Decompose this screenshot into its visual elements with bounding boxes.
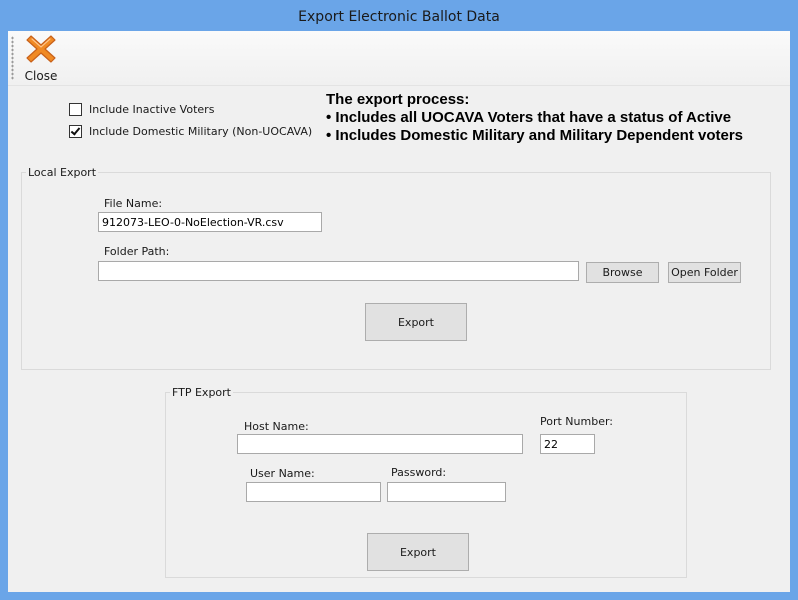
info-bullet-military: • Includes Domestic Military and Militar… bbox=[326, 127, 744, 144]
close-button[interactable]: Close bbox=[20, 33, 62, 83]
export-window: Export Electronic Ballot Data Close Incl… bbox=[0, 0, 798, 600]
toolbar: Close bbox=[8, 31, 790, 86]
host-name-input[interactable] bbox=[237, 434, 523, 454]
include-inactive-checkbox[interactable]: Include Inactive Voters bbox=[69, 103, 214, 116]
browse-button[interactable]: Browse bbox=[586, 262, 659, 283]
include-domestic-military-checkbox[interactable]: Include Domestic Military (Non-UOCAVA) bbox=[69, 125, 312, 138]
close-x-icon bbox=[26, 35, 56, 63]
ftp-export-legend: FTP Export bbox=[172, 386, 231, 399]
title-bar[interactable]: Export Electronic Ballot Data bbox=[0, 0, 798, 31]
local-export-button[interactable]: Export bbox=[365, 303, 467, 341]
ftp-export-button[interactable]: Export bbox=[367, 533, 469, 571]
port-number-label: Port Number: bbox=[540, 415, 614, 428]
host-name-label: Host Name: bbox=[244, 420, 309, 433]
file-name-input[interactable] bbox=[98, 212, 322, 232]
info-heading: The export process: bbox=[326, 91, 470, 108]
include-inactive-label: Include Inactive Voters bbox=[89, 103, 215, 116]
local-export-legend: Local Export bbox=[28, 166, 97, 179]
export-process-info: The export process: • Includes all UOCAV… bbox=[326, 91, 743, 145]
user-name-input[interactable] bbox=[246, 482, 381, 502]
password-input[interactable] bbox=[387, 482, 506, 502]
folder-path-input[interactable] bbox=[98, 261, 579, 281]
include-domestic-military-box[interactable] bbox=[69, 125, 82, 138]
info-bullet-active: • Includes all UOCAVA Voters that have a… bbox=[326, 109, 732, 126]
file-name-label: File Name: bbox=[104, 197, 163, 210]
folder-path-label: Folder Path: bbox=[104, 245, 170, 258]
close-label: Close bbox=[24, 69, 58, 83]
include-inactive-box[interactable] bbox=[69, 103, 82, 116]
toolbar-grip[interactable] bbox=[11, 36, 14, 80]
dialog-client-area: Close Include Inactive Voters Include Do… bbox=[8, 31, 790, 592]
password-label: Password: bbox=[391, 466, 447, 479]
user-name-label: User Name: bbox=[250, 467, 315, 480]
port-number-input[interactable] bbox=[540, 434, 595, 454]
window-title: Export Electronic Ballot Data bbox=[298, 8, 500, 25]
open-folder-button[interactable]: Open Folder bbox=[668, 262, 741, 283]
include-domestic-military-label: Include Domestic Military (Non-UOCAVA) bbox=[89, 125, 313, 138]
